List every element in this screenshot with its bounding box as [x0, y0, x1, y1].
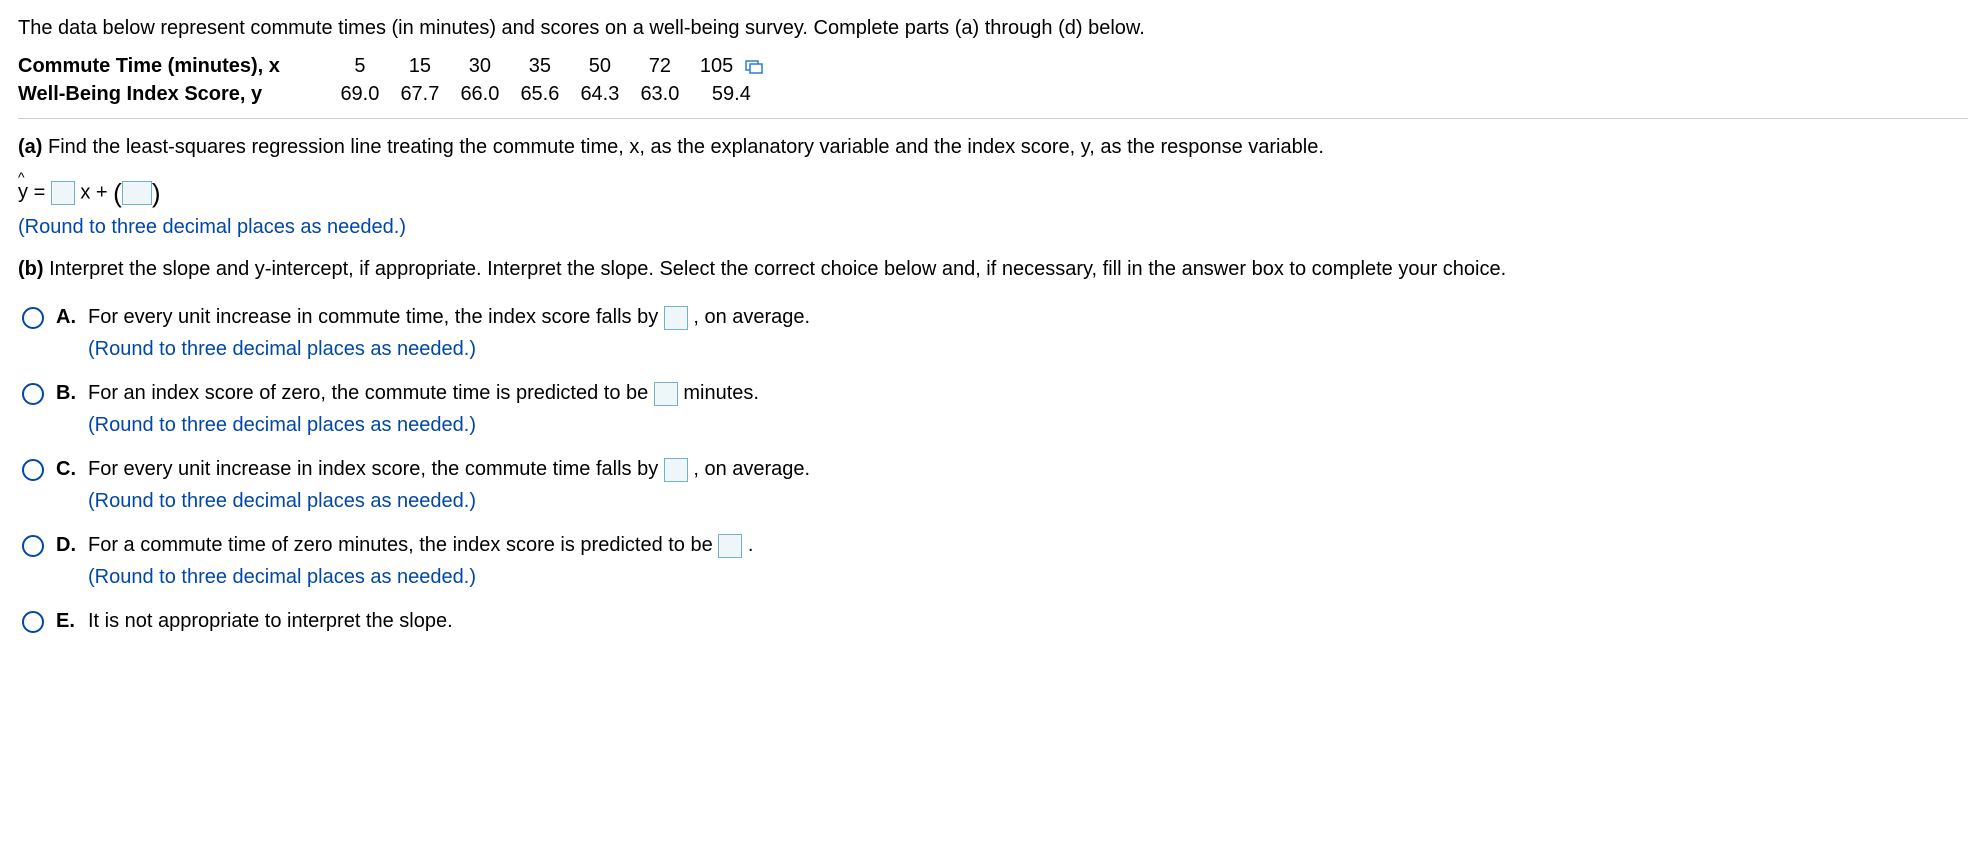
- choice-d-letter: D.: [56, 531, 78, 559]
- choice-e: E. It is not appropriate to interpret th…: [18, 607, 1968, 635]
- choice-e-letter: E.: [56, 607, 78, 635]
- row-x-label: Commute Time (minutes), x: [18, 52, 330, 80]
- choice-b-letter: B.: [56, 379, 78, 407]
- y-value: 66.0: [450, 80, 510, 108]
- y-hat: ^y: [18, 178, 28, 206]
- choice-b-input[interactable]: [654, 382, 678, 406]
- x-value: 105: [690, 52, 773, 80]
- y-value: 65.6: [510, 80, 570, 108]
- x-value-last: 105: [700, 55, 733, 77]
- y-value: 67.7: [390, 80, 450, 108]
- radio-e[interactable]: [22, 611, 44, 633]
- part-a: (a) Find the least-squares regression li…: [18, 133, 1968, 161]
- x-value: 30: [450, 52, 510, 80]
- row-y-label: Well-Being Index Score, y: [18, 80, 330, 108]
- regression-equation: ^y = x + (): [18, 175, 1968, 211]
- part-a-hint: (Round to three decimal places as needed…: [18, 213, 1968, 241]
- choice-a-letter: A.: [56, 303, 78, 331]
- choice-d-input[interactable]: [718, 534, 742, 558]
- choice-a-text-2: , on average.: [693, 306, 810, 328]
- slope-input[interactable]: [51, 181, 75, 205]
- part-b-letter: (b): [18, 258, 44, 280]
- choice-d-text-1: For a commute time of zero minutes, the …: [88, 534, 718, 556]
- choice-c-input[interactable]: [664, 458, 688, 482]
- divider: [18, 118, 1968, 119]
- choice-b-text-1: For an index score of zero, the commute …: [88, 382, 654, 404]
- y-value: 69.0: [330, 80, 390, 108]
- radio-a[interactable]: [22, 307, 44, 329]
- y-value: 59.4: [690, 80, 773, 108]
- choice-c-hint: (Round to three decimal places as needed…: [88, 487, 1968, 515]
- part-b-text: Interpret the slope and y-intercept, if …: [44, 258, 1507, 280]
- x-value: 5: [330, 52, 390, 80]
- choice-a-hint: (Round to three decimal places as needed…: [88, 335, 1968, 363]
- choice-c-text-2: , on average.: [693, 458, 810, 480]
- choices: A. For every unit increase in commute ti…: [18, 303, 1968, 635]
- choice-d-text-2: .: [748, 534, 754, 556]
- choice-b-text-2: minutes.: [683, 382, 759, 404]
- y-value: 63.0: [630, 80, 690, 108]
- choice-a-text-1: For every unit increase in commute time,…: [88, 306, 664, 328]
- choice-d: D. For a commute time of zero minutes, t…: [18, 531, 1968, 591]
- data-table: Commute Time (minutes), x 5 15 30 35 50 …: [18, 52, 773, 108]
- x-value: 35: [510, 52, 570, 80]
- choice-a-input[interactable]: [664, 306, 688, 330]
- choice-a: A. For every unit increase in commute ti…: [18, 303, 1968, 363]
- part-b: (b) Interpret the slope and y-intercept,…: [18, 255, 1968, 283]
- x-value: 72: [630, 52, 690, 80]
- choice-c-letter: C.: [56, 455, 78, 483]
- choice-b-hint: (Round to three decimal places as needed…: [88, 411, 1968, 439]
- choice-e-text-1: It is not appropriate to interpret the s…: [88, 610, 453, 632]
- choice-c: C. For every unit increase in index scor…: [18, 455, 1968, 515]
- intercept-input[interactable]: [122, 181, 152, 205]
- part-a-text: Find the least-squares regression line t…: [42, 136, 1323, 158]
- radio-d[interactable]: [22, 535, 44, 557]
- choice-b: B. For an index score of zero, the commu…: [18, 379, 1968, 439]
- eq-mid: x +: [80, 181, 113, 203]
- x-value: 15: [390, 52, 450, 80]
- y-value: 64.3: [570, 80, 630, 108]
- popup-icon[interactable]: [745, 60, 763, 74]
- x-value: 50: [570, 52, 630, 80]
- part-a-letter: (a): [18, 136, 42, 158]
- radio-c[interactable]: [22, 459, 44, 481]
- choice-c-text-1: For every unit increase in index score, …: [88, 458, 664, 480]
- choice-d-hint: (Round to three decimal places as needed…: [88, 563, 1968, 591]
- intro-text: The data below represent commute times (…: [18, 14, 1968, 42]
- radio-b[interactable]: [22, 383, 44, 405]
